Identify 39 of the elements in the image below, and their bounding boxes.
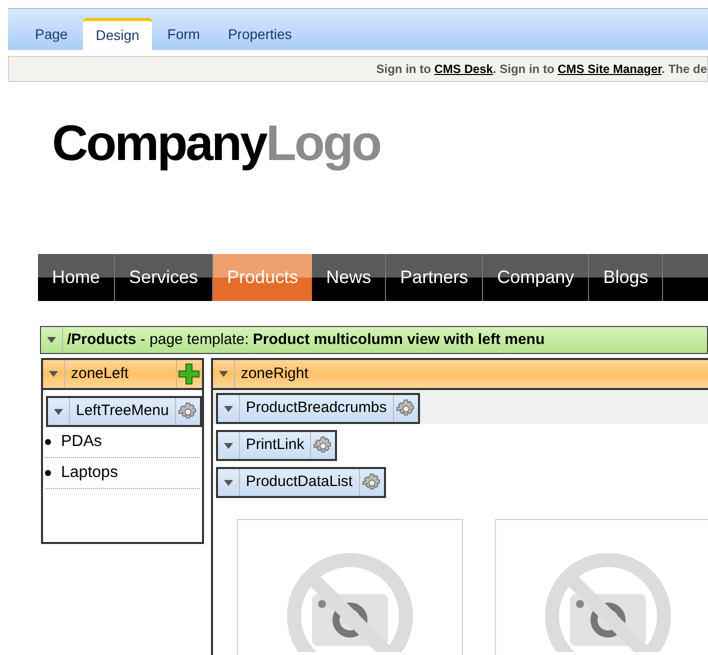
nav-item[interactable]: Partners bbox=[386, 254, 484, 301]
zone-title: zoneRight bbox=[240, 364, 310, 384]
collapse-icon bbox=[224, 442, 233, 448]
nav-item[interactable]: Company bbox=[483, 254, 590, 301]
collapse-icon bbox=[218, 371, 228, 377]
menu-item[interactable]: PDAs bbox=[61, 430, 102, 454]
settings-icon[interactable] bbox=[313, 436, 334, 456]
add-webpart-button[interactable] bbox=[176, 360, 202, 388]
tab[interactable]: Design bbox=[82, 18, 152, 50]
company-logo: CompanyLogo bbox=[52, 118, 381, 173]
collapse-icon bbox=[224, 480, 233, 486]
webpart-title: ProductDataList bbox=[240, 469, 360, 496]
sign-in-link[interactable]: CMS Desk bbox=[434, 62, 493, 76]
template-title: /Products - page template: Product multicolumn view with left menu bbox=[67, 330, 545, 350]
no-image-icon bbox=[544, 552, 672, 652]
nav-item[interactable]: Blogs bbox=[589, 254, 664, 301]
menu-item[interactable]: Laptops bbox=[61, 461, 118, 485]
webpart-title: PrintLink bbox=[240, 432, 312, 459]
collapse-icon bbox=[49, 371, 58, 377]
collapse-icon bbox=[47, 337, 56, 343]
settings-icon[interactable] bbox=[362, 472, 382, 492]
nav-item[interactable]: Home bbox=[38, 254, 116, 301]
webpart-title: LeftTreeMenu bbox=[70, 398, 176, 425]
tab[interactable]: Form bbox=[154, 18, 213, 50]
settings-icon[interactable] bbox=[396, 398, 416, 418]
zone-title: zoneLeft bbox=[71, 364, 130, 384]
collapse-icon bbox=[54, 408, 63, 414]
plus-icon bbox=[178, 363, 200, 385]
sign-in-link[interactable]: CMS Site Manager bbox=[558, 62, 662, 76]
tab[interactable]: Page bbox=[22, 18, 81, 50]
collapse-icon bbox=[224, 406, 233, 412]
no-image-icon bbox=[286, 552, 414, 652]
webpart-title: ProductBreadcrumbs bbox=[240, 395, 394, 422]
nav-item[interactable]: News bbox=[312, 254, 386, 301]
bullet-icon bbox=[45, 470, 51, 476]
sign-in-text: Sign in to CMS Desk. Sign in to CMS Site Manager. The de bbox=[376, 61, 707, 78]
bullet-icon bbox=[45, 439, 51, 445]
settings-icon[interactable] bbox=[178, 402, 198, 422]
tab[interactable]: Properties bbox=[214, 18, 305, 50]
